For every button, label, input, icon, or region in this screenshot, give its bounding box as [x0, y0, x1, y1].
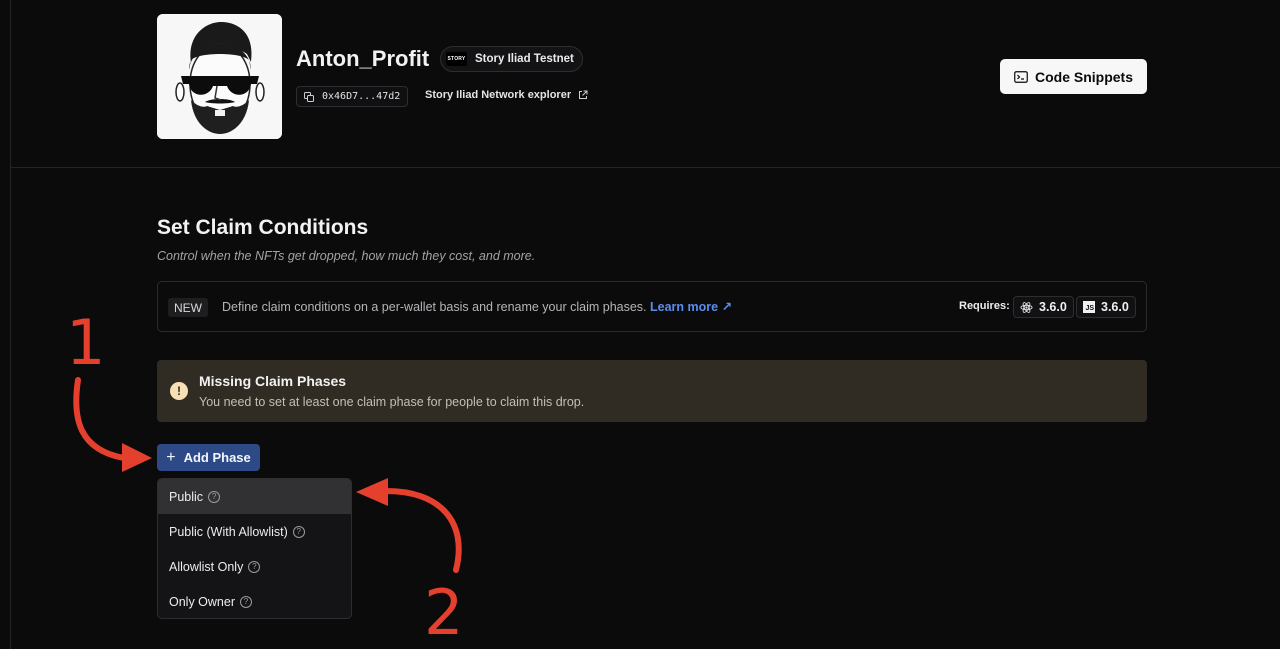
arrow-1-head-icon	[122, 443, 152, 472]
menu-item-only-owner[interactable]: Only Owner ?	[158, 584, 351, 618]
contract-name: Anton_Profit	[296, 46, 430, 71]
code-snippets-button[interactable]: Code Snippets	[1000, 59, 1147, 94]
info-text: Define claim conditions on a per-wallet …	[222, 299, 732, 314]
info-banner: NEW Define claim conditions on a per-wal…	[157, 281, 1147, 332]
menu-item-label: Public (With Allowlist)	[169, 524, 288, 539]
chain-name: Story Iliad Testnet	[475, 53, 574, 65]
add-phase-button[interactable]: + Add Phase	[157, 444, 260, 471]
chain-badge[interactable]: STORY Story Iliad Testnet	[440, 46, 583, 72]
alert-description: You need to set at least one claim phase…	[199, 395, 585, 409]
alert-title: Missing Claim Phases	[199, 373, 347, 389]
js-version-badge: JS 3.6.0	[1076, 296, 1136, 318]
arrow-1-icon	[73, 377, 127, 461]
info-description: Define claim conditions on a per-wallet …	[222, 300, 647, 314]
arrow-2-icon	[381, 487, 462, 573]
menu-item-allowlist-only[interactable]: Allowlist Only ?	[158, 549, 351, 584]
section-subtitle: Control when the NFTs get dropped, how m…	[157, 249, 536, 263]
learn-more-link[interactable]: Learn more ↗	[650, 300, 732, 314]
explorer-label: Story Iliad Network explorer	[425, 89, 572, 101]
menu-item-label: Only Owner	[169, 594, 235, 609]
copy-icon	[304, 91, 314, 102]
menu-item-public-allowlist[interactable]: Public (With Allowlist) ?	[158, 514, 351, 549]
add-phase-label: Add Phase	[183, 450, 251, 465]
explorer-link[interactable]: Story Iliad Network explorer	[425, 89, 588, 101]
warning-icon: !	[170, 382, 188, 400]
section-title: Set Claim Conditions	[157, 216, 369, 239]
annotation-number-2: 2	[424, 576, 464, 649]
menu-item-label: Public	[169, 489, 204, 504]
js-icon: JS	[1083, 301, 1095, 313]
menu-item-public[interactable]: Public ?	[158, 479, 351, 514]
react-version: 3.6.0	[1039, 300, 1067, 314]
left-border	[10, 0, 11, 649]
react-version-badge: 3.6.0	[1013, 296, 1074, 318]
missing-phases-alert: ! Missing Claim Phases You need to set a…	[157, 360, 1147, 422]
help-icon[interactable]: ?	[248, 560, 261, 573]
arrow-2-head-icon	[356, 478, 388, 506]
menu-item-label: Allowlist Only	[169, 559, 244, 574]
terminal-icon	[1014, 70, 1028, 83]
phase-type-menu: Public ? Public (With Allowlist) ? Allow…	[157, 478, 352, 619]
contract-address: 0x46D7...47d2	[322, 91, 401, 102]
story-logo-icon: STORY	[446, 52, 467, 66]
help-icon[interactable]: ?	[240, 595, 252, 608]
header-divider	[10, 167, 1280, 168]
code-snippets-label: Code Snippets	[1034, 68, 1133, 85]
external-link-icon	[579, 90, 588, 99]
help-icon[interactable]: ?	[292, 525, 305, 538]
annotation-number-1: 1	[66, 306, 106, 379]
react-icon	[1020, 301, 1033, 313]
copy-address-button[interactable]: 0x46D7...47d2	[296, 86, 409, 107]
js-version: 3.6.0	[1101, 300, 1129, 314]
plus-icon: +	[166, 448, 176, 466]
help-icon[interactable]: ?	[208, 490, 221, 503]
requires-label: Requires:	[959, 300, 1010, 312]
new-badge: NEW	[168, 298, 208, 317]
contract-avatar	[157, 14, 282, 139]
